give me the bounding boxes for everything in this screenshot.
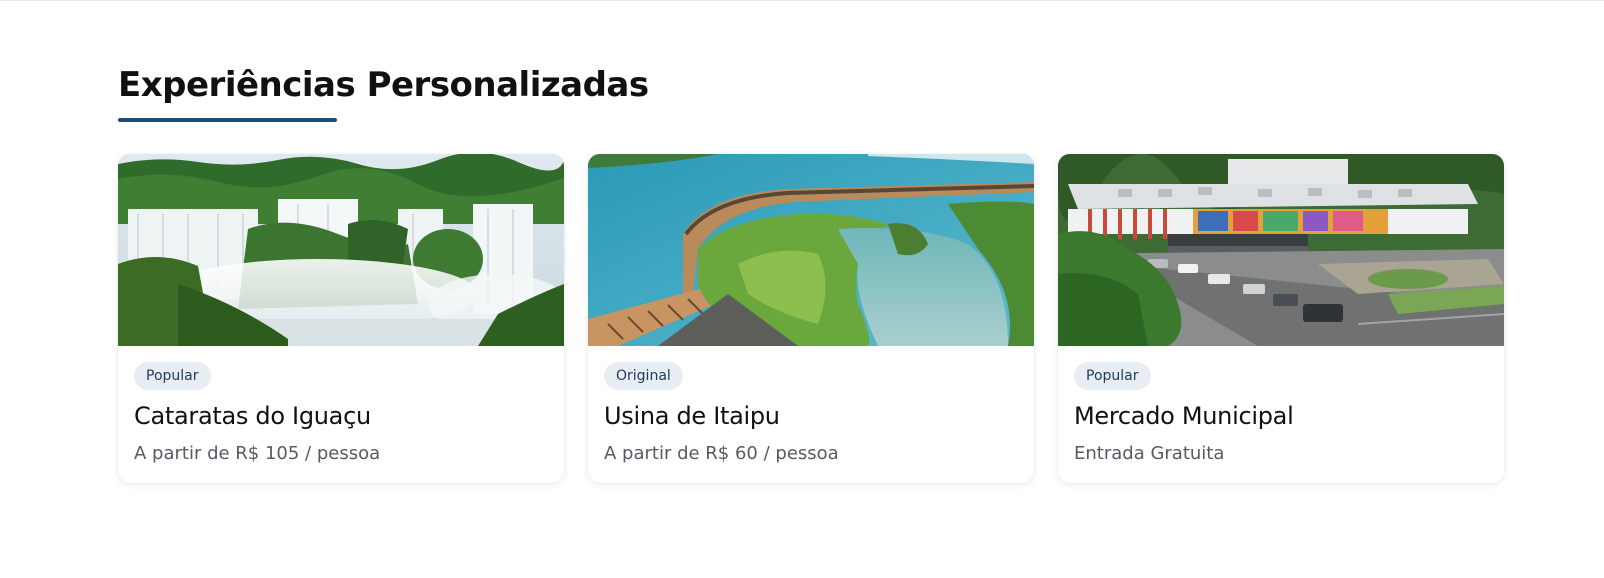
title-underline	[118, 118, 337, 122]
category-badge: Popular	[1074, 362, 1151, 390]
category-badge: Original	[604, 362, 683, 390]
card-title[interactable]: Usina de Itaipu	[604, 400, 1018, 432]
experience-card-mercado[interactable]: Popular Mercado Municipal Entrada Gratui…	[1058, 154, 1504, 483]
experience-cards: Popular Cataratas do Iguaçu A partir de …	[118, 154, 1504, 483]
municipal-market-image	[1058, 154, 1504, 346]
card-price: A partir de R$ 105 / pessoa	[134, 443, 381, 464]
top-divider	[0, 0, 1604, 1]
experiences-section: Experiências Personalizadas	[118, 60, 1503, 122]
section-title: Experiências Personalizadas	[118, 65, 649, 105]
waterfalls-image	[118, 154, 564, 346]
category-badge: Popular	[134, 362, 211, 390]
experience-card-cataratas[interactable]: Popular Cataratas do Iguaçu A partir de …	[118, 154, 564, 483]
hydroelectric-dam-image	[588, 154, 1034, 346]
card-price: Entrada Gratuita	[1074, 443, 1225, 464]
card-price: A partir de R$ 60 / pessoa	[604, 443, 839, 464]
experience-card-itaipu[interactable]: Original Usina de Itaipu A partir de R$ …	[588, 154, 1034, 483]
card-title[interactable]: Mercado Municipal	[1074, 400, 1488, 432]
card-title[interactable]: Cataratas do Iguaçu	[134, 400, 548, 432]
